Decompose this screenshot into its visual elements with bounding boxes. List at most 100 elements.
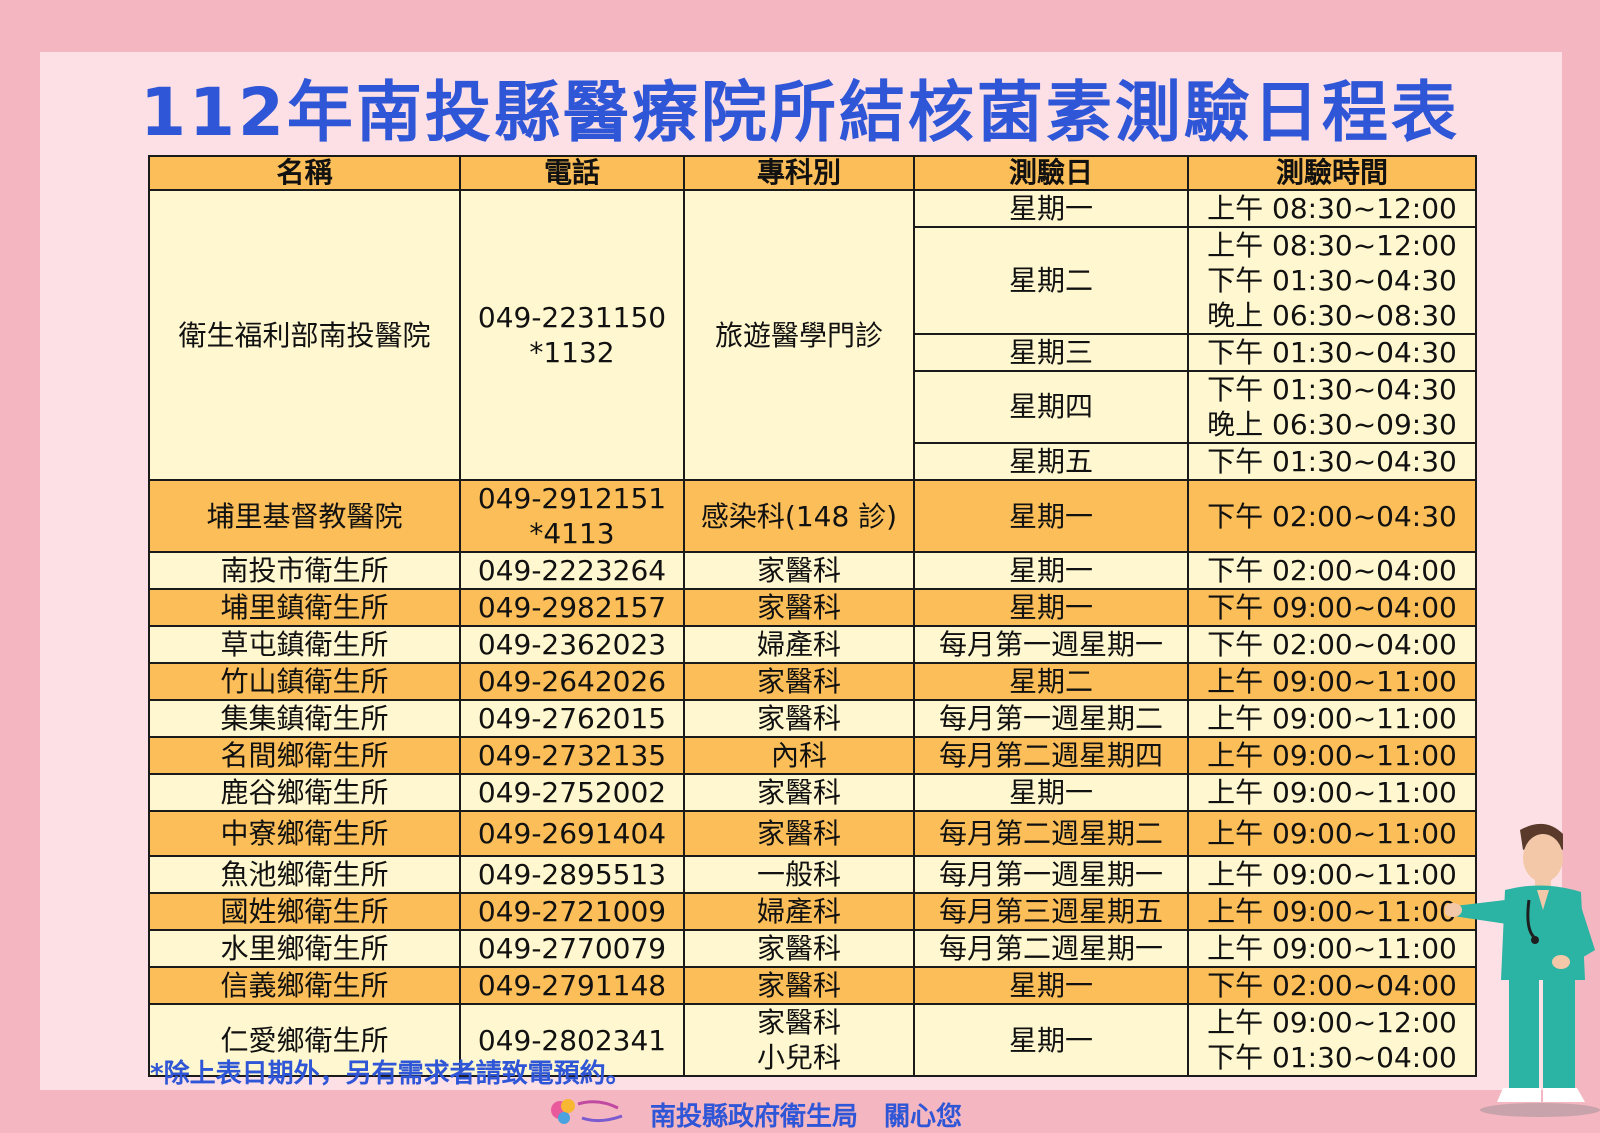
page-title: 112年南投縣醫療院所結核菌素測驗日程表 xyxy=(140,74,1460,151)
test-time: 上午 09:00~11:00 xyxy=(1187,810,1477,857)
phone-main: 049-2231150 xyxy=(477,301,667,334)
table-row: 中寮鄉衛生所 049-2691404 家醫科 每月第二週星期二 上午 09:00~11:… xyxy=(148,810,1477,857)
hospital-dept: 一般科 xyxy=(683,855,915,894)
test-day: 星期一 xyxy=(913,966,1189,1005)
test-day: 每月第三週星期五 xyxy=(913,892,1189,931)
hospital-name: 國姓鄉衛生所 xyxy=(148,892,461,931)
hospital-name: 埔里基督教醫院 xyxy=(148,479,461,553)
hospital-phone: 049-2752002 xyxy=(459,773,685,812)
table-row: 集集鎮衛生所 049-2762015 家醫科 每月第一週星期二 上午 09:00~11:… xyxy=(148,699,1477,738)
table-row: 信義鄉衛生所 049-2791148 家醫科 星期一 下午 02:00~04:00 xyxy=(148,966,1477,1005)
table-header-row: 名稱 電話 專科別 測驗日 測驗時間 xyxy=(148,155,1477,191)
table-row: 魚池鄉衛生所 049-2895513 一般科 每月第一週星期一 上午 09:00~11:… xyxy=(148,855,1477,894)
hospital-phone: 049-2721009 xyxy=(459,892,685,931)
hospital-dept: 家醫科 xyxy=(683,966,915,1005)
test-time: 下午 02:00~04:00 xyxy=(1187,625,1477,664)
hospital-phone: 049-2231150 *1132 xyxy=(459,189,685,481)
test-day: 每月第二週星期二 xyxy=(913,810,1189,857)
test-time: 下午 01:30~04:30 xyxy=(1187,333,1477,372)
schedule-table: 名稱 電話 專科別 測驗日 測驗時間 衛生福利部南投醫院 049-2231150… xyxy=(148,155,1477,1077)
test-time: 上午 09:00~12:00 下午 01:30~04:00 xyxy=(1187,1003,1477,1077)
hospital-dept: 家醫科 小兒科 xyxy=(683,1003,915,1077)
footer-text: 南投縣政府衛生局 關心您 xyxy=(650,1102,963,1132)
test-time: 下午 01:30~04:30 晚上 06:30~09:30 xyxy=(1187,370,1477,444)
hospital-dept: 家醫科 xyxy=(683,773,915,812)
test-time: 上午 09:00~11:00 xyxy=(1187,662,1477,701)
hospital-name: 南投市衛生所 xyxy=(148,551,461,590)
test-time: 下午 02:00~04:30 xyxy=(1187,479,1477,553)
test-day: 星期一 xyxy=(913,551,1189,590)
table-row: 名間鄉衛生所 049-2732135 內科 每月第二週星期四 上午 09:00~11:0… xyxy=(148,736,1477,775)
hospital-name: 草屯鎮衛生所 xyxy=(148,625,461,664)
table-row: 埔里鎮衛生所 049-2982157 家醫科 星期一 下午 09:00~04:00 xyxy=(148,588,1477,627)
hospital-name: 衛生福利部南投醫院 xyxy=(148,189,461,481)
doctor-illustration-icon xyxy=(1445,823,1600,1117)
test-day: 每月第二週星期一 xyxy=(913,929,1189,968)
test-time: 上午 09:00~11:00 xyxy=(1187,929,1477,968)
hospital-phone: 049-2642026 xyxy=(459,662,685,701)
hospital-phone: 049-2223264 xyxy=(459,551,685,590)
test-time: 上午 09:00~11:00 xyxy=(1187,855,1477,894)
hospital-dept: 旅遊醫學門診 xyxy=(683,189,915,481)
table-row: 國姓鄉衛生所 049-2721009 婦產科 每月第三週星期五 上午 09:00~11:… xyxy=(148,892,1477,931)
dept-line: 家醫科 xyxy=(756,1006,841,1039)
test-time: 下午 02:00~04:00 xyxy=(1187,551,1477,590)
test-time: 下午 01:30~04:30 xyxy=(1187,263,1477,298)
hospital-name: 魚池鄉衛生所 xyxy=(148,855,461,894)
test-day: 星期一 xyxy=(913,1003,1189,1077)
test-time: 上午 08:30~12:00 xyxy=(1187,226,1477,263)
hospital-dept: 家醫科 xyxy=(683,588,915,627)
test-day: 星期一 xyxy=(913,588,1189,627)
test-day: 星期一 xyxy=(913,189,1189,228)
hospital-name: 集集鎮衛生所 xyxy=(148,699,461,738)
dept-line: 小兒科 xyxy=(756,1041,841,1074)
hospital-name: 水里鄉衛生所 xyxy=(148,929,461,968)
table-row: 衛生福利部南投醫院 049-2231150 *1132 旅遊醫學門診 星期一 上… xyxy=(148,189,1477,481)
hospital-phone: 049-2762015 xyxy=(459,699,685,738)
test-day: 星期一 xyxy=(913,479,1189,553)
table-row: 埔里基督教醫院 049-2912151 *4113 感染科(148 診) 星期一… xyxy=(148,479,1477,553)
hospital-dept: 感染科(148 診) xyxy=(683,479,915,553)
test-time-line: 上午 09:00~12:00 xyxy=(1207,1006,1457,1039)
phone-ext: *1132 xyxy=(529,336,615,369)
tourism-logo-icon xyxy=(551,1099,623,1124)
test-day: 星期二 xyxy=(913,662,1189,701)
test-time: 晚上 06:30~08:30 xyxy=(1187,298,1477,335)
test-time: 上午 09:00~11:00 xyxy=(1187,736,1477,775)
hospital-dept: 婦產科 xyxy=(683,625,915,664)
hospital-phone: 049-2691404 xyxy=(459,810,685,857)
table-row: 鹿谷鄉衛生所 049-2752002 家醫科 星期一 上午 09:00~11:00 xyxy=(148,773,1477,812)
test-day: 每月第二週星期四 xyxy=(913,736,1189,775)
hospital-phone: 049-2912151 *4113 xyxy=(459,479,685,553)
hospital-dept: 家醫科 xyxy=(683,699,915,738)
test-day: 每月第一週星期一 xyxy=(913,855,1189,894)
hospital-name: 中寮鄉衛生所 xyxy=(148,810,461,857)
hospital-phone: 049-2732135 xyxy=(459,736,685,775)
hospital-phone: 049-2982157 xyxy=(459,588,685,627)
test-day: 每月第一週星期二 xyxy=(913,699,1189,738)
hospital-name: 竹山鎮衛生所 xyxy=(148,662,461,701)
header-phone: 電話 xyxy=(459,155,685,191)
test-time: 上午 09:00~11:00 xyxy=(1187,892,1477,931)
test-time: 上午 09:00~11:00 xyxy=(1187,699,1477,738)
hospital-phone: 049-2770079 xyxy=(459,929,685,968)
test-time-line: 晚上 06:30~09:30 xyxy=(1207,408,1457,441)
table-row: 南投市衛生所 049-2223264 家醫科 星期一 下午 02:00~04:00 xyxy=(148,551,1477,590)
footnote: *除上表日期外，另有需求者請致電預約。 xyxy=(150,1059,632,1089)
hospital-dept: 家醫科 xyxy=(683,810,915,857)
test-day: 星期五 xyxy=(913,442,1189,481)
header-time: 測驗時間 xyxy=(1187,155,1477,191)
hospital-phone: 049-2791148 xyxy=(459,966,685,1005)
hospital-phone: 049-2362023 xyxy=(459,625,685,664)
test-time: 上午 08:30~12:00 xyxy=(1187,189,1477,228)
test-day: 星期三 xyxy=(913,333,1189,372)
hospital-phone: 049-2895513 xyxy=(459,855,685,894)
hospital-name: 埔里鎮衛生所 xyxy=(148,588,461,627)
test-time-line: 下午 01:30~04:30 xyxy=(1207,373,1457,406)
hospital-dept: 家醫科 xyxy=(683,551,915,590)
table-row: 草屯鎮衛生所 049-2362023 婦產科 每月第一週星期一 下午 02:00~04:… xyxy=(148,625,1477,664)
test-time: 下午 01:30~04:30 xyxy=(1187,442,1477,481)
hospital-name: 鹿谷鄉衛生所 xyxy=(148,773,461,812)
test-time: 下午 02:00~04:00 xyxy=(1187,966,1477,1005)
hospital-dept: 婦產科 xyxy=(683,892,915,931)
